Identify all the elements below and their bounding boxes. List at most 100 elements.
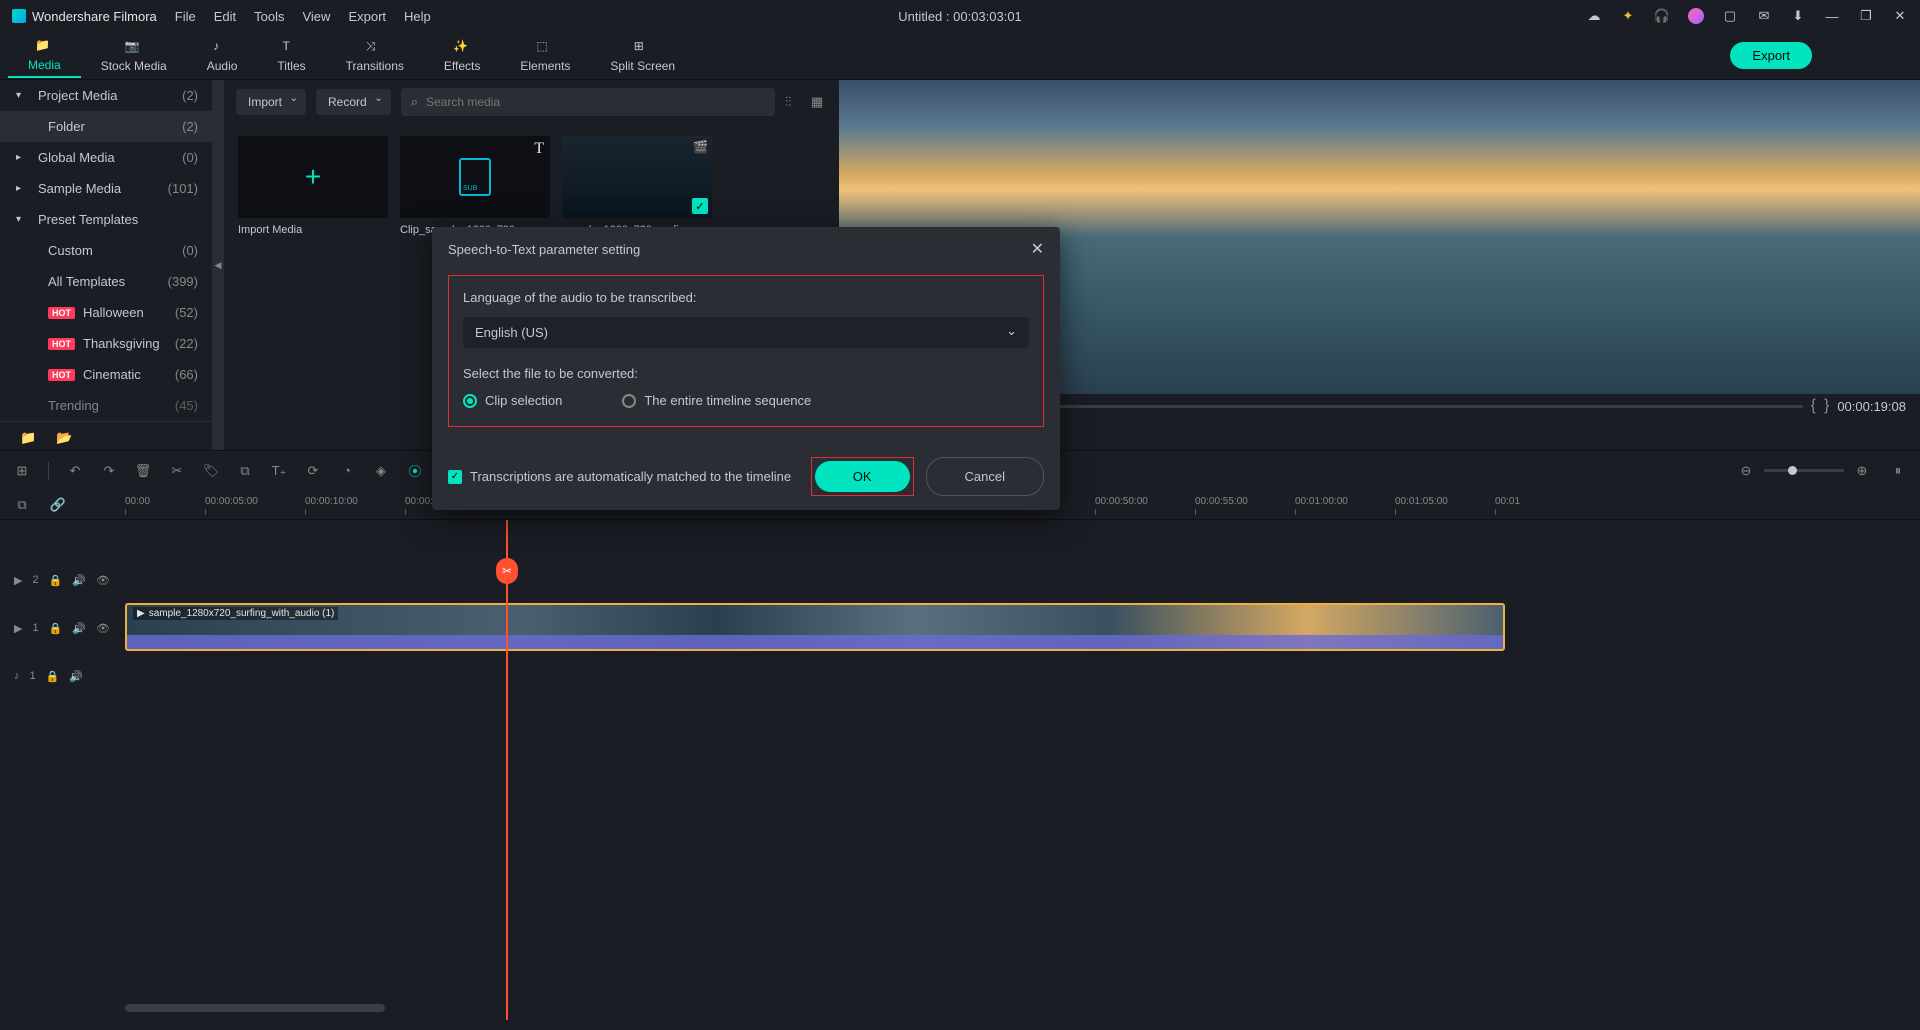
menu-export[interactable]: Export xyxy=(348,9,386,24)
lock-icon[interactable]: 🔒 xyxy=(46,670,60,683)
mute-icon[interactable]: 🔊 xyxy=(72,574,86,587)
sidebar-item-trending[interactable]: Trending(45) xyxy=(0,390,212,421)
filter-icon[interactable]: ⫶⫶ xyxy=(785,94,801,110)
save-icon[interactable]: ▢ xyxy=(1722,8,1738,24)
search-icon: ⌕ xyxy=(411,94,418,110)
tab-audio[interactable]: ♪Audio xyxy=(187,35,258,77)
tab-titles[interactable]: TTitles xyxy=(257,35,325,77)
tab-transitions[interactable]: ⤨Transitions xyxy=(326,35,424,77)
maximize-icon[interactable]: ❐ xyxy=(1858,8,1874,24)
text-tool-icon[interactable]: T₊ xyxy=(271,463,287,479)
video-track-2[interactable]: ▶2🔒🔊👁 xyxy=(0,560,1920,600)
sidebar-footer: 📁 📂 xyxy=(0,421,212,450)
video-track-1[interactable]: ▶1🔒🔊👁 ▶sample_1280x720_surfing_with_audi… xyxy=(0,600,1920,656)
cut-icon[interactable]: ✂ xyxy=(169,463,185,479)
media-item-video[interactable]: 🎬✓ sample_1280x720_surfin... xyxy=(562,136,712,236)
zoom-slider[interactable] xyxy=(1764,469,1844,472)
zoom-out-icon[interactable]: ⊖ xyxy=(1738,463,1754,479)
sidebar-item-project-media[interactable]: ▾Project Media(2) xyxy=(0,80,212,111)
sidebar-item-folder[interactable]: Folder(2) xyxy=(0,111,212,142)
headset-icon[interactable]: 🎧 xyxy=(1654,8,1670,24)
music-icon: ♪ xyxy=(213,39,231,57)
layout-icon[interactable]: ⊞ xyxy=(14,463,30,479)
zoom-fit-icon[interactable]: ⏸ xyxy=(1890,463,1906,479)
close-icon[interactable]: ✕ xyxy=(1892,8,1908,24)
timeline-scrollbar[interactable] xyxy=(125,1004,385,1012)
sidebar-item-cinematic[interactable]: HOTCinematic(66) xyxy=(0,359,212,390)
export-button[interactable]: Export xyxy=(1730,42,1812,69)
check-icon: ✓ xyxy=(692,198,708,214)
minimize-icon[interactable]: — xyxy=(1824,8,1840,24)
tab-elements[interactable]: ⬚Elements xyxy=(500,35,590,77)
filmora-icon xyxy=(12,9,26,23)
radio-clip-selection[interactable]: Clip selection xyxy=(463,393,562,408)
media-item-subtitle[interactable]: T Clip_sample_1280x720_s... xyxy=(400,136,550,236)
menu-edit[interactable]: Edit xyxy=(214,9,236,24)
grid-view-icon[interactable]: ▦ xyxy=(811,94,827,110)
color-icon[interactable]: ◔ xyxy=(339,463,355,479)
mark-in-icon[interactable]: { xyxy=(1811,397,1816,415)
sidebar-collapse-handle[interactable]: ◀ xyxy=(212,80,224,450)
sidebar-item-custom[interactable]: Custom(0) xyxy=(0,235,212,266)
search-input[interactable] xyxy=(426,95,765,109)
tab-split-screen[interactable]: ⊞Split Screen xyxy=(590,35,695,77)
speed-icon[interactable]: ⟳ xyxy=(305,463,321,479)
visibility-icon[interactable]: 👁 xyxy=(96,574,110,587)
new-folder-icon[interactable]: 📁 xyxy=(20,430,36,446)
sidebar-item-all-templates[interactable]: All Templates(399) xyxy=(0,266,212,297)
mute-icon[interactable]: 🔊 xyxy=(69,670,83,683)
radio-entire-timeline[interactable]: The entire timeline sequence xyxy=(622,393,811,408)
tag-icon[interactable]: 🏷 xyxy=(203,463,219,479)
ok-button[interactable]: OK xyxy=(815,461,910,492)
sidebar-item-thanksgiving[interactable]: HOTThanksgiving(22) xyxy=(0,328,212,359)
radio-checked-icon xyxy=(463,394,477,408)
lock-icon[interactable]: 🔒 xyxy=(49,622,63,635)
menu-file[interactable]: File xyxy=(175,9,196,24)
zoom-in-icon[interactable]: ⊕ xyxy=(1854,463,1870,479)
record-dropdown[interactable]: Record xyxy=(316,89,391,115)
sidebar-item-preset-templates[interactable]: ▾Preset Templates xyxy=(0,204,212,235)
avatar-icon[interactable] xyxy=(1688,8,1704,24)
folder-open-icon[interactable]: 📂 xyxy=(56,430,72,446)
import-dropdown[interactable]: Import xyxy=(236,89,306,115)
visibility-icon[interactable]: 👁 xyxy=(96,622,110,635)
file-select-label: Select the file to be converted: xyxy=(463,366,1029,381)
menu-tools[interactable]: Tools xyxy=(254,9,284,24)
sidebar-item-halloween[interactable]: HOTHalloween(52) xyxy=(0,297,212,328)
download-icon[interactable]: ⬇ xyxy=(1790,8,1806,24)
mail-icon[interactable]: ✉ xyxy=(1756,8,1772,24)
import-media-tile[interactable]: + Import Media xyxy=(238,136,388,236)
language-select[interactable]: English (US) xyxy=(463,317,1029,348)
delete-icon[interactable]: 🗑 xyxy=(135,463,151,479)
tab-effects[interactable]: ✨Effects xyxy=(424,35,500,77)
cloud-icon[interactable]: ☁ xyxy=(1586,8,1602,24)
video-track-icon: ▶ xyxy=(14,622,22,635)
render-icon[interactable]: ⦿ xyxy=(407,463,423,479)
undo-icon[interactable]: ↶ xyxy=(67,463,83,479)
redo-icon[interactable]: ↷ xyxy=(101,463,117,479)
menu-view[interactable]: View xyxy=(302,9,330,24)
playhead[interactable] xyxy=(506,520,508,1020)
lock-icon[interactable]: 🔒 xyxy=(49,574,63,587)
tab-media[interactable]: 📁Media xyxy=(8,34,81,78)
audio-track-1[interactable]: ♪1🔒🔊 xyxy=(0,656,1920,696)
app-name: Wondershare Filmora xyxy=(32,9,157,24)
timeline-options-icon[interactable]: ⧉ xyxy=(14,497,30,513)
sidebar-item-sample-media[interactable]: ▸Sample Media(101) xyxy=(0,173,212,204)
dialog-title: Speech-to-Text parameter setting xyxy=(448,242,640,257)
keyframe-icon[interactable]: ◈ xyxy=(373,463,389,479)
menu-help[interactable]: Help xyxy=(404,9,431,24)
crop-icon[interactable]: ⧉ xyxy=(237,463,253,479)
cancel-button[interactable]: Cancel xyxy=(926,457,1044,496)
mute-icon[interactable]: 🔊 xyxy=(72,622,86,635)
dialog-close-icon[interactable]: ✕ xyxy=(1031,239,1044,259)
timeline-clip[interactable]: ▶sample_1280x720_surfing_with_audio (1) xyxy=(125,603,1505,651)
mark-out-icon[interactable]: } xyxy=(1824,397,1829,415)
tab-stock-media[interactable]: 📷Stock Media xyxy=(81,35,187,77)
project-title: Untitled : 00:03:03:01 xyxy=(898,9,1022,24)
sidebar-item-global-media[interactable]: ▸Global Media(0) xyxy=(0,142,212,173)
lightbulb-icon[interactable]: ✦ xyxy=(1620,8,1636,24)
search-box[interactable]: ⌕ xyxy=(401,88,775,116)
auto-match-checkbox[interactable]: ✓ Transcriptions are automatically match… xyxy=(448,469,791,484)
link-icon[interactable]: 🔗 xyxy=(50,497,66,513)
